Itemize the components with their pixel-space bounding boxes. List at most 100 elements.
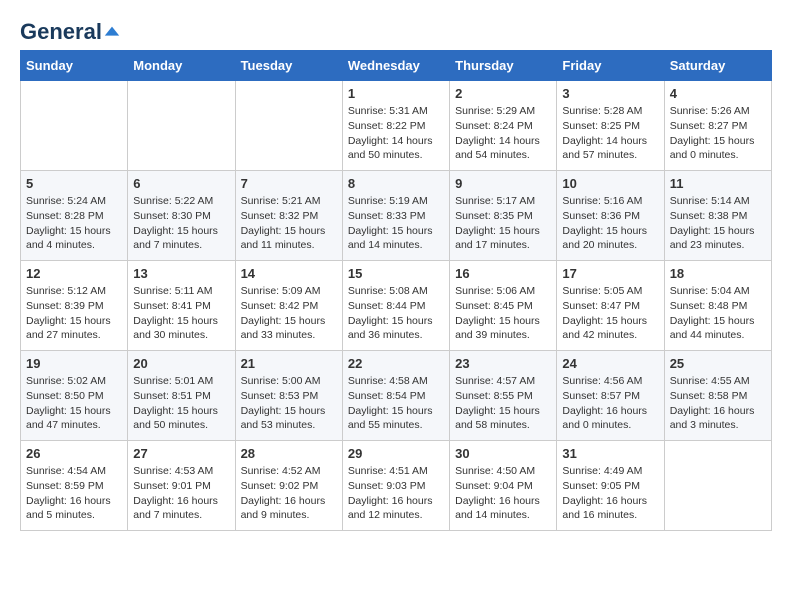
cell-info: Sunrise: 4:51 AM Sunset: 9:03 PM Dayligh… — [348, 464, 444, 523]
cell-info: Sunrise: 4:55 AM Sunset: 8:58 PM Dayligh… — [670, 374, 766, 433]
calendar-cell: 27Sunrise: 4:53 AM Sunset: 9:01 PM Dayli… — [128, 441, 235, 531]
day-number: 2 — [455, 86, 551, 101]
calendar-cell — [21, 81, 128, 171]
day-number: 6 — [133, 176, 229, 191]
calendar-cell — [664, 441, 771, 531]
calendar-cell: 30 Sunrise: 4:50 AM Sunset: 9:04 PM Dayli… — [450, 441, 557, 531]
cell-info: Sunrise: 5:06 AM Sunset: 8:45 PM Dayligh… — [455, 284, 551, 343]
cell-info: Sunrise: 4:54 AM Sunset: 8:59 PM Dayligh… — [26, 464, 122, 523]
calendar-cell: 21Sunrise: 5:00 AM Sunset: 8:53 PM Dayli… — [235, 351, 342, 441]
day-number: 19 — [26, 356, 122, 371]
calendar-cell: 6 Sunrise: 5:22 AM Sunset: 8:30 PM Daylig… — [128, 171, 235, 261]
cell-info: Sunrise: 4:57 AM Sunset: 8:55 PM Dayligh… — [455, 374, 551, 433]
day-number: 1 — [348, 86, 444, 101]
day-number: 3 — [562, 86, 658, 101]
calendar-cell: 16 Sunrise: 5:06 AM Sunset: 8:45 PM Dayli… — [450, 261, 557, 351]
day-number: 25 — [670, 356, 766, 371]
cell-info: Sunrise: 5:11 AM Sunset: 8:41 PM Dayligh… — [133, 284, 229, 343]
calendar-cell: 31 Sunrise: 4:49 AM Sunset: 9:05 PM Dayli… — [557, 441, 664, 531]
calendar-cell: 8 Sunrise: 5:19 AM Sunset: 8:33 PM Daylig… — [342, 171, 449, 261]
calendar-cell: 10 Sunrise: 5:16 AM Sunset: 8:36 PM Dayli… — [557, 171, 664, 261]
day-number: 29 — [348, 446, 444, 461]
calendar-cell: 11Sunrise: 5:14 AM Sunset: 8:38 PM Dayli… — [664, 171, 771, 261]
day-number: 20 — [133, 356, 229, 371]
calendar-cell: 26Sunrise: 4:54 AM Sunset: 8:59 PM Dayli… — [21, 441, 128, 531]
cell-info: Sunrise: 5:19 AM Sunset: 8:33 PM Dayligh… — [348, 194, 444, 253]
day-number: 23 — [455, 356, 551, 371]
calendar-week-row: 5 Sunrise: 5:24 AM Sunset: 8:28 PM Daylig… — [21, 171, 772, 261]
cell-info: Sunrise: 5:02 AM Sunset: 8:50 PM Dayligh… — [26, 374, 122, 433]
weekday-header: Saturday — [664, 51, 771, 81]
cell-info: Sunrise: 4:53 AM Sunset: 9:01 PM Dayligh… — [133, 464, 229, 523]
cell-info: Sunrise: 4:50 AM Sunset: 9:04 PM Dayligh… — [455, 464, 551, 523]
day-number: 17 — [562, 266, 658, 281]
day-number: 11 — [670, 176, 766, 191]
calendar-cell: 5 Sunrise: 5:24 AM Sunset: 8:28 PM Daylig… — [21, 171, 128, 261]
weekday-header: Tuesday — [235, 51, 342, 81]
calendar-cell: 17 Sunrise: 5:05 AM Sunset: 8:47 PM Dayli… — [557, 261, 664, 351]
day-number: 24 — [562, 356, 658, 371]
cell-info: Sunrise: 5:31 AM Sunset: 8:22 PM Dayligh… — [348, 104, 444, 163]
calendar-cell — [128, 81, 235, 171]
day-number: 8 — [348, 176, 444, 191]
day-number: 7 — [241, 176, 337, 191]
calendar-cell: 22Sunrise: 4:58 AM Sunset: 8:54 PM Dayli… — [342, 351, 449, 441]
cell-info: Sunrise: 5:24 AM Sunset: 8:28 PM Dayligh… — [26, 194, 122, 253]
logo: General — [20, 20, 121, 40]
day-number: 10 — [562, 176, 658, 191]
day-number: 14 — [241, 266, 337, 281]
calendar-cell: 3 Sunrise: 5:28 AM Sunset: 8:25 PM Daylig… — [557, 81, 664, 171]
calendar-cell: 24 Sunrise: 4:56 AM Sunset: 8:57 PM Dayli… — [557, 351, 664, 441]
cell-info: Sunrise: 4:49 AM Sunset: 9:05 PM Dayligh… — [562, 464, 658, 523]
calendar-cell: 7 Sunrise: 5:21 AM Sunset: 8:32 PM Daylig… — [235, 171, 342, 261]
calendar-week-row: 1 Sunrise: 5:31 AM Sunset: 8:22 PM Daylig… — [21, 81, 772, 171]
calendar-cell: 25 Sunrise: 4:55 AM Sunset: 8:58 PM Dayli… — [664, 351, 771, 441]
calendar-cell: 1 Sunrise: 5:31 AM Sunset: 8:22 PM Daylig… — [342, 81, 449, 171]
calendar-cell: 15 Sunrise: 5:08 AM Sunset: 8:44 PM Dayli… — [342, 261, 449, 351]
cell-info: Sunrise: 5:04 AM Sunset: 8:48 PM Dayligh… — [670, 284, 766, 343]
day-number: 13 — [133, 266, 229, 281]
day-number: 28 — [241, 446, 337, 461]
day-number: 16 — [455, 266, 551, 281]
day-number: 31 — [562, 446, 658, 461]
day-number: 12 — [26, 266, 122, 281]
calendar-cell — [235, 81, 342, 171]
calendar-cell: 12 Sunrise: 5:12 AM Sunset: 8:39 PM Dayli… — [21, 261, 128, 351]
cell-info: Sunrise: 5:00 AM Sunset: 8:53 PM Dayligh… — [241, 374, 337, 433]
day-number: 5 — [26, 176, 122, 191]
day-number: 22 — [348, 356, 444, 371]
weekday-header: Sunday — [21, 51, 128, 81]
cell-info: Sunrise: 5:12 AM Sunset: 8:39 PM Dayligh… — [26, 284, 122, 343]
calendar-header-row: SundayMondayTuesdayWednesdayThursdayFrid… — [21, 51, 772, 81]
weekday-header: Monday — [128, 51, 235, 81]
day-number: 15 — [348, 266, 444, 281]
calendar-week-row: 12 Sunrise: 5:12 AM Sunset: 8:39 PM Dayli… — [21, 261, 772, 351]
calendar-cell: 9Sunrise: 5:17 AM Sunset: 8:35 PM Daylig… — [450, 171, 557, 261]
cell-info: Sunrise: 5:09 AM Sunset: 8:42 PM Dayligh… — [241, 284, 337, 343]
calendar-cell: 13 Sunrise: 5:11 AM Sunset: 8:41 PM Dayli… — [128, 261, 235, 351]
calendar-cell: 29 Sunrise: 4:51 AM Sunset: 9:03 PM Dayli… — [342, 441, 449, 531]
page-container: General SundayMondayTuesdayWednesdayThur… — [20, 20, 772, 531]
calendar-table: SundayMondayTuesdayWednesdayThursdayFrid… — [20, 50, 772, 531]
cell-info: Sunrise: 5:21 AM Sunset: 8:32 PM Dayligh… — [241, 194, 337, 253]
cell-info: Sunrise: 5:17 AM Sunset: 8:35 PM Dayligh… — [455, 194, 551, 253]
day-number: 30 — [455, 446, 551, 461]
cell-info: Sunrise: 5:26 AM Sunset: 8:27 PM Dayligh… — [670, 104, 766, 163]
calendar-cell: 28 Sunrise: 4:52 AM Sunset: 9:02 PM Dayli… — [235, 441, 342, 531]
cell-info: Sunrise: 5:28 AM Sunset: 8:25 PM Dayligh… — [562, 104, 658, 163]
cell-info: Sunrise: 5:16 AM Sunset: 8:36 PM Dayligh… — [562, 194, 658, 253]
cell-info: Sunrise: 5:05 AM Sunset: 8:47 PM Dayligh… — [562, 284, 658, 343]
weekday-header: Thursday — [450, 51, 557, 81]
cell-info: Sunrise: 4:56 AM Sunset: 8:57 PM Dayligh… — [562, 374, 658, 433]
cell-info: Sunrise: 4:52 AM Sunset: 9:02 PM Dayligh… — [241, 464, 337, 523]
cell-info: Sunrise: 5:22 AM Sunset: 8:30 PM Dayligh… — [133, 194, 229, 253]
calendar-week-row: 26Sunrise: 4:54 AM Sunset: 8:59 PM Dayli… — [21, 441, 772, 531]
calendar-cell: 23 Sunrise: 4:57 AM Sunset: 8:55 PM Dayli… — [450, 351, 557, 441]
calendar-cell: 4Sunrise: 5:26 AM Sunset: 8:27 PM Daylig… — [664, 81, 771, 171]
cell-info: Sunrise: 5:01 AM Sunset: 8:51 PM Dayligh… — [133, 374, 229, 433]
calendar-week-row: 19 Sunrise: 5:02 AM Sunset: 8:50 PM Dayli… — [21, 351, 772, 441]
logo-text: General — [20, 20, 121, 40]
cell-info: Sunrise: 5:08 AM Sunset: 8:44 PM Dayligh… — [348, 284, 444, 343]
weekday-header: Wednesday — [342, 51, 449, 81]
calendar-cell: 14 Sunrise: 5:09 AM Sunset: 8:42 PM Dayli… — [235, 261, 342, 351]
